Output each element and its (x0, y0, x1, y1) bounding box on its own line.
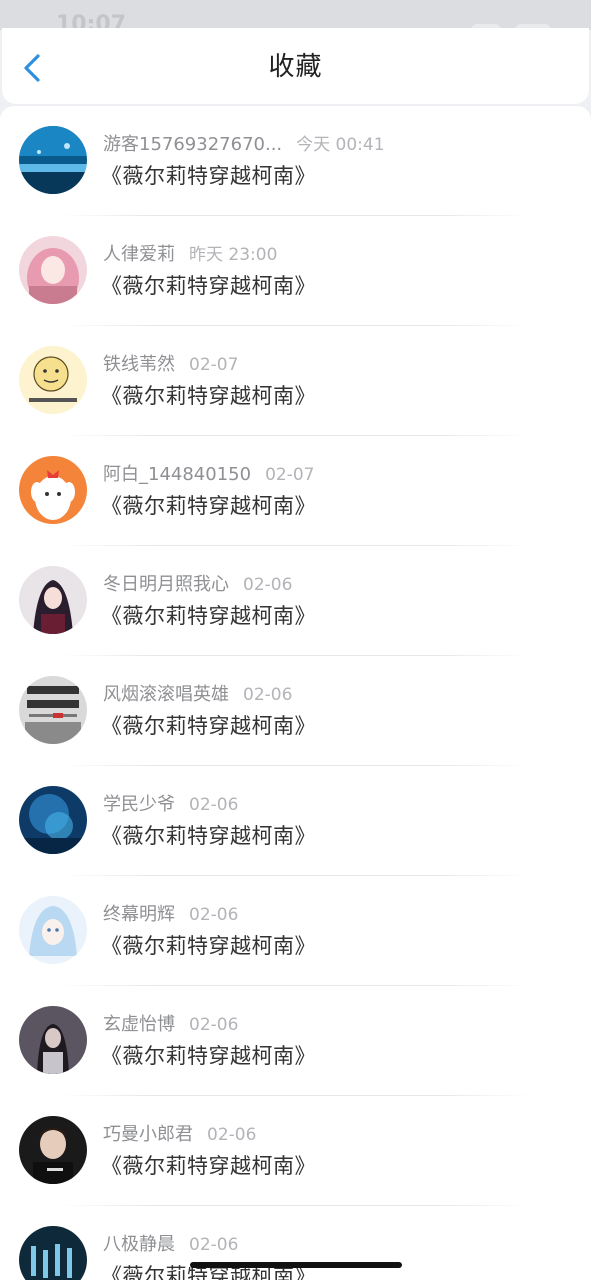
list-item[interactable]: 玄虚怡博 02-06 《薇尔莉特穿越柯南》 (0, 986, 591, 1096)
favorite-title[interactable]: 《薇尔莉特穿越柯南》 (101, 711, 316, 741)
avatar[interactable] (19, 566, 87, 634)
favorite-title[interactable]: 《薇尔莉特穿越柯南》 (101, 491, 316, 521)
username: 终幕明辉 (103, 904, 175, 925)
favorite-title[interactable]: 《薇尔莉特穿越柯南》 (101, 1041, 316, 1071)
avatar[interactable] (19, 676, 87, 744)
timestamp: 02-06 (189, 1235, 239, 1255)
list-item[interactable]: 终幕明辉 02-06 《薇尔莉特穿越柯南》 (0, 876, 591, 986)
header-bar: 收藏 (2, 28, 589, 104)
avatar[interactable] (19, 236, 87, 304)
timestamp: 02-06 (243, 575, 293, 595)
avatar[interactable] (19, 1116, 87, 1184)
favorite-title[interactable]: 《薇尔莉特穿越柯南》 (101, 1151, 316, 1181)
username: 风烟滚滚唱英雄 (103, 684, 229, 705)
username: 阿白_144840150 (103, 464, 252, 485)
username: 铁线苇然 (103, 354, 175, 375)
favorite-title[interactable]: 《薇尔莉特穿越柯南》 (101, 821, 316, 851)
status-bar: 10:07 (0, 0, 591, 30)
username: 巧曼小郎君 (103, 1124, 193, 1145)
username: 冬日明月照我心 (103, 574, 229, 595)
avatar[interactable] (19, 786, 87, 854)
avatar[interactable] (19, 346, 87, 414)
username: 人律爱莉 (103, 244, 175, 265)
list-item[interactable]: 阿白_144840150 02-07 《薇尔莉特穿越柯南》 (0, 436, 591, 546)
list-item[interactable]: 铁线苇然 02-07 《薇尔莉特穿越柯南》 (0, 326, 591, 436)
timestamp: 昨天 23:00 (189, 245, 278, 265)
avatar[interactable] (19, 1006, 87, 1074)
timestamp: 02-07 (265, 465, 315, 485)
list-item[interactable]: 巧曼小郎君 02-06 《薇尔莉特穿越柯南》 (0, 1096, 591, 1206)
timestamp: 02-06 (243, 685, 293, 705)
list-item[interactable]: 学民少爷 02-06 《薇尔莉特穿越柯南》 (0, 766, 591, 876)
timestamp: 02-07 (189, 355, 239, 375)
list-item[interactable]: 风烟滚滚唱英雄 02-06 《薇尔莉特穿越柯南》 (0, 656, 591, 766)
list-item[interactable]: 游客15769327670... 今天 00:41 《薇尔莉特穿越柯南》 (0, 106, 591, 216)
favorite-title[interactable]: 《薇尔莉特穿越柯南》 (101, 271, 316, 301)
username: 学民少爷 (103, 794, 175, 815)
favorite-title[interactable]: 《薇尔莉特穿越柯南》 (101, 601, 316, 631)
username: 八极静晨 (103, 1234, 175, 1255)
avatar[interactable] (19, 1226, 87, 1280)
avatar[interactable] (19, 126, 87, 194)
favorite-title[interactable]: 《薇尔莉特穿越柯南》 (101, 161, 316, 191)
timestamp: 02-06 (207, 1125, 257, 1145)
username: 玄虚怡博 (103, 1014, 175, 1035)
home-indicator[interactable] (190, 1262, 402, 1268)
favorites-list: 游客15769327670... 今天 00:41 《薇尔莉特穿越柯南》 人律爱莉… (0, 106, 591, 1280)
list-item[interactable]: 人律爱莉 昨天 23:00 《薇尔莉特穿越柯南》 (0, 216, 591, 326)
page-title: 收藏 (268, 52, 323, 82)
list-item[interactable]: 冬日明月照我心 02-06 《薇尔莉特穿越柯南》 (0, 546, 591, 656)
favorite-title[interactable]: 《薇尔莉特穿越柯南》 (101, 931, 316, 961)
avatar[interactable] (19, 456, 87, 524)
timestamp: 02-06 (189, 1015, 239, 1035)
favorite-title[interactable]: 《薇尔莉特穿越柯南》 (101, 381, 316, 411)
username: 游客15769327670... (103, 134, 283, 155)
timestamp: 02-06 (189, 795, 239, 815)
list-item[interactable]: 八极静晨 02-06 《薇尔莉特穿越柯南》 (0, 1206, 591, 1280)
avatar[interactable] (19, 896, 87, 964)
timestamp: 今天 00:41 (296, 135, 385, 155)
timestamp: 02-06 (189, 905, 239, 925)
